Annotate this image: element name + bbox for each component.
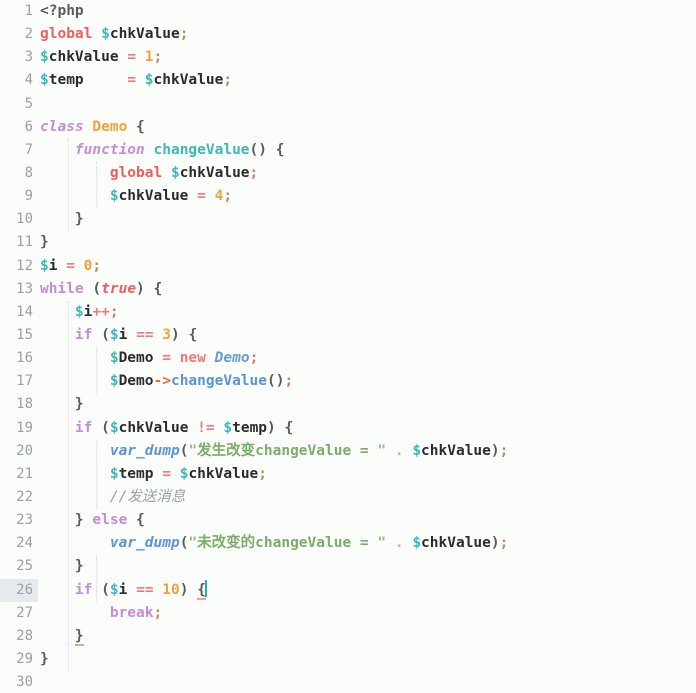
code-line[interactable]: 12 $i = 0; bbox=[0, 255, 696, 278]
code-line[interactable]: 27 break; bbox=[0, 602, 696, 625]
line-content: $i++; bbox=[74, 303, 119, 320]
line-number: 2 bbox=[24, 26, 33, 43]
line-number: 22 bbox=[16, 488, 33, 505]
line-content: global $chkValue; bbox=[40, 26, 189, 43]
line-content: } bbox=[40, 650, 49, 667]
line-number: 3 bbox=[24, 49, 33, 66]
text-caret bbox=[204, 579, 207, 597]
line-number: 30 bbox=[16, 674, 33, 691]
line-number: 7 bbox=[24, 141, 33, 158]
code-line[interactable]: 4 $temp = $chkValue; bbox=[0, 69, 696, 92]
line-content: $i = 0; bbox=[40, 257, 102, 274]
line-content: $Demo->changeValue(); bbox=[109, 373, 294, 390]
code-line[interactable]: 6 class Demo { bbox=[0, 116, 696, 139]
code-line[interactable]: 22 //发送消息 bbox=[0, 486, 696, 509]
line-number: 26 bbox=[0, 578, 38, 602]
line-number: 10 bbox=[16, 211, 33, 228]
code-line[interactable]: 1 <?php bbox=[0, 0, 696, 23]
code-line[interactable]: 23 } else { bbox=[0, 509, 696, 532]
line-number: 23 bbox=[16, 512, 33, 529]
line-number: 5 bbox=[24, 95, 33, 112]
line-number: 20 bbox=[16, 442, 33, 459]
code-line[interactable]: 20 var_dump("发生改变changeValue = " . $chkV… bbox=[0, 440, 696, 463]
line-content: break; bbox=[109, 604, 163, 621]
line-number: 27 bbox=[16, 604, 33, 621]
line-content: function changeValue() { bbox=[74, 141, 285, 158]
line-number: 14 bbox=[16, 303, 33, 320]
code-line[interactable]: 16 $Demo = new Demo; bbox=[0, 347, 696, 370]
code-line[interactable]: 7 function changeValue() { bbox=[0, 139, 696, 162]
line-content: } else { bbox=[74, 512, 145, 529]
code-line[interactable]: 2 global $chkValue; bbox=[0, 23, 696, 46]
line-content: if ($chkValue != $temp) { bbox=[74, 419, 294, 436]
line-number: 25 bbox=[16, 558, 33, 575]
line-content: class Demo { bbox=[40, 118, 145, 135]
line-number: 29 bbox=[16, 650, 33, 667]
line-number: 18 bbox=[16, 396, 33, 413]
line-content: } bbox=[40, 234, 49, 251]
line-number: 1 bbox=[24, 3, 33, 19]
line-content: $chkValue = 4; bbox=[109, 188, 233, 205]
line-number: 4 bbox=[24, 72, 33, 89]
line-content: $temp = $chkValue; bbox=[40, 72, 233, 89]
line-number: 6 bbox=[24, 118, 33, 135]
line-number: 15 bbox=[16, 326, 33, 343]
code-line[interactable]: 29 } bbox=[0, 648, 696, 671]
code-line[interactable]: 10 } bbox=[0, 208, 696, 231]
line-number: 13 bbox=[16, 280, 33, 297]
line-number: 19 bbox=[16, 419, 33, 436]
line-number: 16 bbox=[16, 350, 33, 367]
line-content: } bbox=[74, 396, 84, 413]
code-line[interactable]: 15 if ($i == 3) { bbox=[0, 324, 696, 347]
line-content: <?php bbox=[40, 3, 84, 19]
line-content: if ($i == 3) { bbox=[74, 326, 198, 343]
code-line[interactable]: 13 while (true) { bbox=[0, 278, 696, 301]
code-line[interactable]: 21 $temp = $chkValue; bbox=[0, 463, 696, 486]
line-number: 8 bbox=[24, 164, 33, 181]
line-number: 21 bbox=[16, 465, 33, 482]
line-content: var_dump("未改变的changeValue = " . $chkValu… bbox=[109, 535, 509, 552]
line-content: } bbox=[74, 558, 84, 575]
code-line-active[interactable]: 26 if ($i == 10) { bbox=[0, 578, 696, 602]
code-line[interactable]: 5 bbox=[0, 93, 696, 116]
code-line[interactable]: 11 } bbox=[0, 231, 696, 254]
code-line[interactable]: 9 $chkValue = 4; bbox=[0, 185, 696, 208]
line-content: //发送消息 bbox=[109, 488, 186, 505]
code-line[interactable]: 25 } bbox=[0, 555, 696, 578]
line-content: var_dump("发生改变changeValue = " . $chkValu… bbox=[109, 442, 509, 459]
line-content: global $chkValue; bbox=[109, 164, 259, 181]
line-number: 24 bbox=[16, 535, 33, 552]
line-content: $chkValue = 1; bbox=[40, 49, 163, 66]
line-number: 28 bbox=[16, 627, 33, 644]
line-number: 9 bbox=[24, 188, 33, 205]
line-content: if ($i == 10) { bbox=[74, 579, 207, 600]
line-content: while (true) { bbox=[40, 280, 163, 297]
code-line[interactable]: 3 $chkValue = 1; bbox=[0, 46, 696, 69]
line-content: $temp = $chkValue; bbox=[109, 465, 268, 482]
code-line[interactable]: 17 $Demo->changeValue(); bbox=[0, 370, 696, 393]
line-content: } bbox=[74, 211, 84, 228]
code-line[interactable]: 19 if ($chkValue != $temp) { bbox=[0, 417, 696, 440]
line-number: 12 bbox=[16, 257, 33, 274]
code-line[interactable]: 30 bbox=[0, 671, 696, 693]
code-line[interactable]: 18 } bbox=[0, 393, 696, 416]
code-line[interactable]: 28 } bbox=[0, 625, 696, 648]
line-content: $Demo = new Demo; bbox=[109, 350, 259, 367]
code-editor[interactable]: 1 <?php 2 global $chkValue; 3 $chkValue … bbox=[0, 0, 696, 693]
code-line[interactable]: 14 $i++; bbox=[0, 301, 696, 324]
code-line[interactable]: 24 var_dump("未改变的changeValue = " . $chkV… bbox=[0, 532, 696, 555]
line-number: 11 bbox=[16, 234, 33, 251]
code-line[interactable]: 8 global $chkValue; bbox=[0, 162, 696, 185]
line-content: } bbox=[74, 627, 84, 646]
line-number: 17 bbox=[16, 373, 33, 390]
